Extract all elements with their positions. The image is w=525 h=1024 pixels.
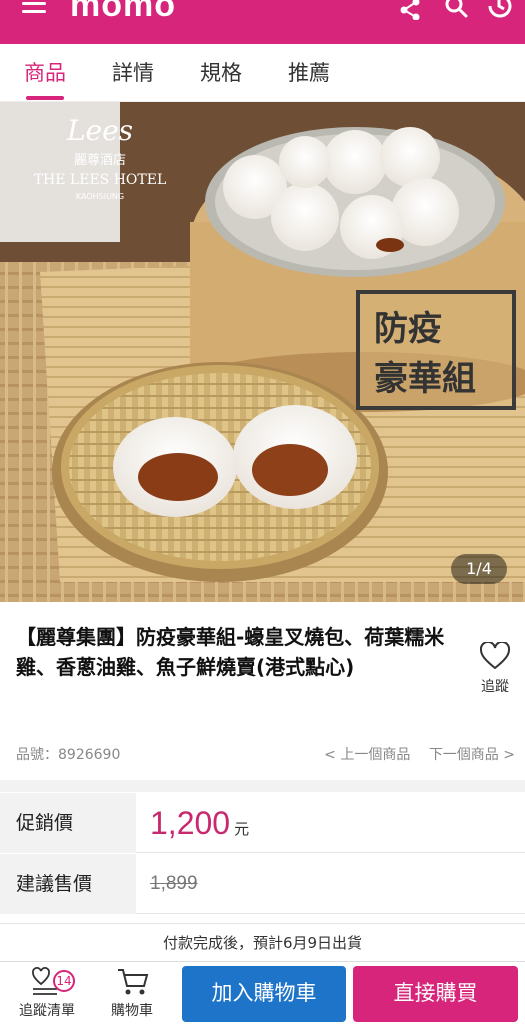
image-page-counter: 1/4 xyxy=(451,554,507,584)
product-image-carousel[interactable]: Lees 麗尊酒店 THE LEES HOTEL KAOHSIUNG 防疫 豪華… xyxy=(0,102,525,602)
favorite-label: 追蹤 xyxy=(481,679,509,695)
hotel-logo-script: Lees xyxy=(66,114,133,147)
top-app-bar: momo xyxy=(0,0,525,44)
hotel-logo-city: KAOHSIUNG xyxy=(76,192,124,201)
momo-logo[interactable]: momo xyxy=(70,0,176,22)
tab-recommend[interactable]: 推薦 xyxy=(284,58,334,88)
product-pager: < 上一個商品 下一個商品 > xyxy=(324,744,515,764)
heart-icon xyxy=(479,640,511,670)
tab-details[interactable]: 詳情 xyxy=(108,58,158,88)
next-product-link[interactable]: 下一個商品 > xyxy=(429,747,515,763)
hotel-logo-en: THE LEES HOTEL xyxy=(34,172,167,188)
stamp-line1: 防疫 xyxy=(374,309,442,349)
tab-specs[interactable]: 規格 xyxy=(196,58,246,88)
bottom-action-bar: 14 追蹤清單 購物車 加入購物車 直接購買 xyxy=(0,961,525,1024)
suggested-price-value: 1,899 xyxy=(150,873,198,894)
cart-icon xyxy=(118,969,149,995)
suggested-price-row: 建議售價 1,899 xyxy=(0,854,525,914)
wishlist-label: 追蹤清單 xyxy=(19,1003,75,1019)
menu-icon[interactable] xyxy=(22,0,48,20)
section-divider xyxy=(0,780,525,792)
share-icon[interactable] xyxy=(396,0,424,21)
shipping-notice: 付款完成後，預計6月9日出貨 xyxy=(0,923,525,961)
search-icon[interactable] xyxy=(444,0,472,20)
promo-price-row: 促銷價 1,200 元 xyxy=(0,793,525,853)
add-to-cart-button[interactable]: 加入購物車 xyxy=(182,966,346,1022)
cart-button[interactable]: 購物車 xyxy=(100,966,164,1020)
stamp-line2: 豪華組 xyxy=(374,359,476,399)
wishlist-count-badge: 14 xyxy=(53,970,75,992)
promo-price-value-wrap: 1,200 元 xyxy=(150,793,249,853)
product-photo: Lees 麗尊酒店 THE LEES HOTEL KAOHSIUNG 防疫 豪華… xyxy=(0,102,525,602)
promo-price-label: 促銷價 xyxy=(0,793,136,853)
price-currency: 元 xyxy=(234,820,250,838)
hotel-logo-cn: 麗尊酒店 xyxy=(74,152,126,168)
tab-indicator xyxy=(26,96,64,100)
prev-product-link[interactable]: < 上一個商品 xyxy=(324,747,410,763)
suggested-price-label: 建議售價 xyxy=(0,854,136,914)
history-icon[interactable] xyxy=(486,0,514,20)
product-info: 【麗尊集團】防疫豪華組-蠔皇叉燒包、荷葉糯米雞、香蔥油雞、魚子鮮燒賣(港式點心)… xyxy=(0,602,525,780)
favorite-button[interactable]: 追蹤 xyxy=(470,640,520,702)
tab-product[interactable]: 商品 xyxy=(20,58,70,88)
product-title: 【麗尊集團】防疫豪華組-蠔皇叉燒包、荷葉糯米雞、香蔥油雞、魚子鮮燒賣(港式點心) xyxy=(16,625,445,679)
suggested-price-value-wrap: 1,899 xyxy=(150,854,198,914)
promo-price-value: 1,200 xyxy=(150,805,231,841)
buy-now-button[interactable]: 直接購買 xyxy=(353,966,518,1022)
product-number: 品號：8926690 xyxy=(16,747,121,763)
wishlist-button[interactable]: 14 追蹤清單 xyxy=(8,966,86,1020)
product-tabs: 商品 詳情 規格 推薦 xyxy=(0,44,525,102)
cart-label: 購物車 xyxy=(111,1003,153,1019)
